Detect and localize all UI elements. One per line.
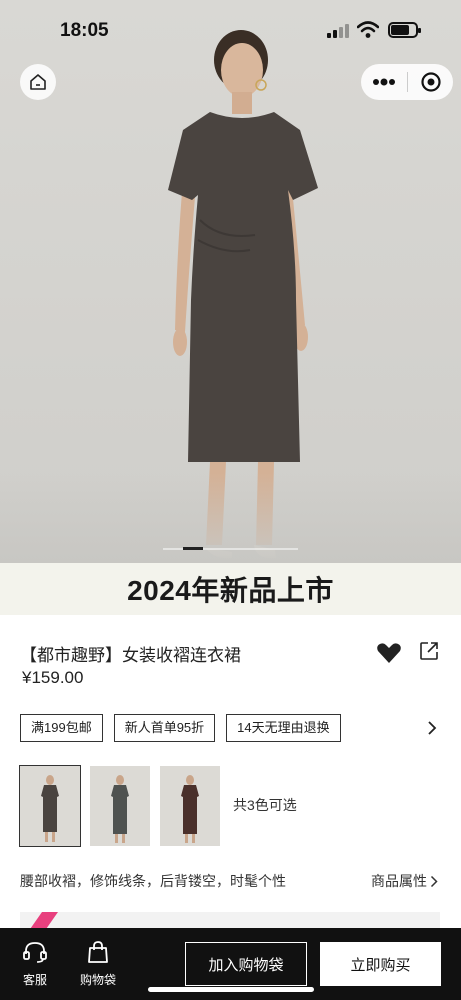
attributes-link[interactable]: 商品属性 xyxy=(371,871,438,891)
buy-now-button[interactable]: 立即购买 xyxy=(320,942,441,986)
more-button[interactable] xyxy=(361,64,407,100)
color-count: 共3色可选 xyxy=(233,797,297,813)
shopping-bag-button[interactable]: 购物袋 xyxy=(78,940,118,988)
heart-icon[interactable] xyxy=(376,642,402,664)
banner-text: 2024年新品上市 xyxy=(127,575,334,606)
chevron-right-icon[interactable] xyxy=(427,720,437,736)
tag-return-policy[interactable]: 14天无理由退换 xyxy=(226,714,341,742)
wifi-icon xyxy=(357,21,379,38)
more-dots-icon xyxy=(373,78,395,86)
product-title: 【都市趣野】女装收褶连衣裙 xyxy=(20,646,241,665)
tag-free-shipping[interactable]: 满199包邮 xyxy=(20,714,103,742)
home-icon xyxy=(30,74,46,90)
chevron-right-icon xyxy=(430,875,438,887)
service-label: 客服 xyxy=(22,973,47,987)
miniapp-close-button[interactable] xyxy=(408,64,453,100)
home-indicator xyxy=(148,987,314,992)
customer-service-button[interactable]: 客服 xyxy=(15,940,55,988)
add-to-bag-button[interactable]: 加入购物袋 xyxy=(185,942,307,986)
product-description: 腰部收褶，修饰线条，后背镂空，时髦个性 xyxy=(20,873,286,889)
swatch-brown[interactable] xyxy=(19,765,81,847)
carousel-indicator xyxy=(163,547,298,550)
promo-banner[interactable]: 2024年新品上市 xyxy=(0,563,461,615)
color-swatches xyxy=(19,765,230,847)
miniapp-close-icon xyxy=(420,72,441,92)
battery-icon xyxy=(388,22,421,38)
attributes-label: 商品属性 xyxy=(371,873,427,889)
swatch-maroon[interactable] xyxy=(160,766,220,846)
service-tags[interactable]: 满199包邮 新人首单95折 14天无理由退换 xyxy=(20,714,352,742)
status-bar: 18:05 xyxy=(0,0,461,58)
shopping-bag-icon xyxy=(88,941,108,963)
miniapp-capsule xyxy=(361,64,453,100)
share-icon[interactable] xyxy=(419,641,439,661)
home-button[interactable] xyxy=(20,64,56,100)
headset-icon xyxy=(23,942,47,963)
tag-new-user-discount[interactable]: 新人首单95折 xyxy=(113,714,216,742)
hero-image[interactable]: 18:05 xyxy=(0,0,461,563)
signal-icon xyxy=(327,24,349,38)
product-price: ¥159.00 xyxy=(22,668,84,687)
swatch-gray[interactable] xyxy=(90,766,150,846)
bag-label: 购物袋 xyxy=(79,973,116,987)
status-time: 18:05 xyxy=(60,20,109,41)
